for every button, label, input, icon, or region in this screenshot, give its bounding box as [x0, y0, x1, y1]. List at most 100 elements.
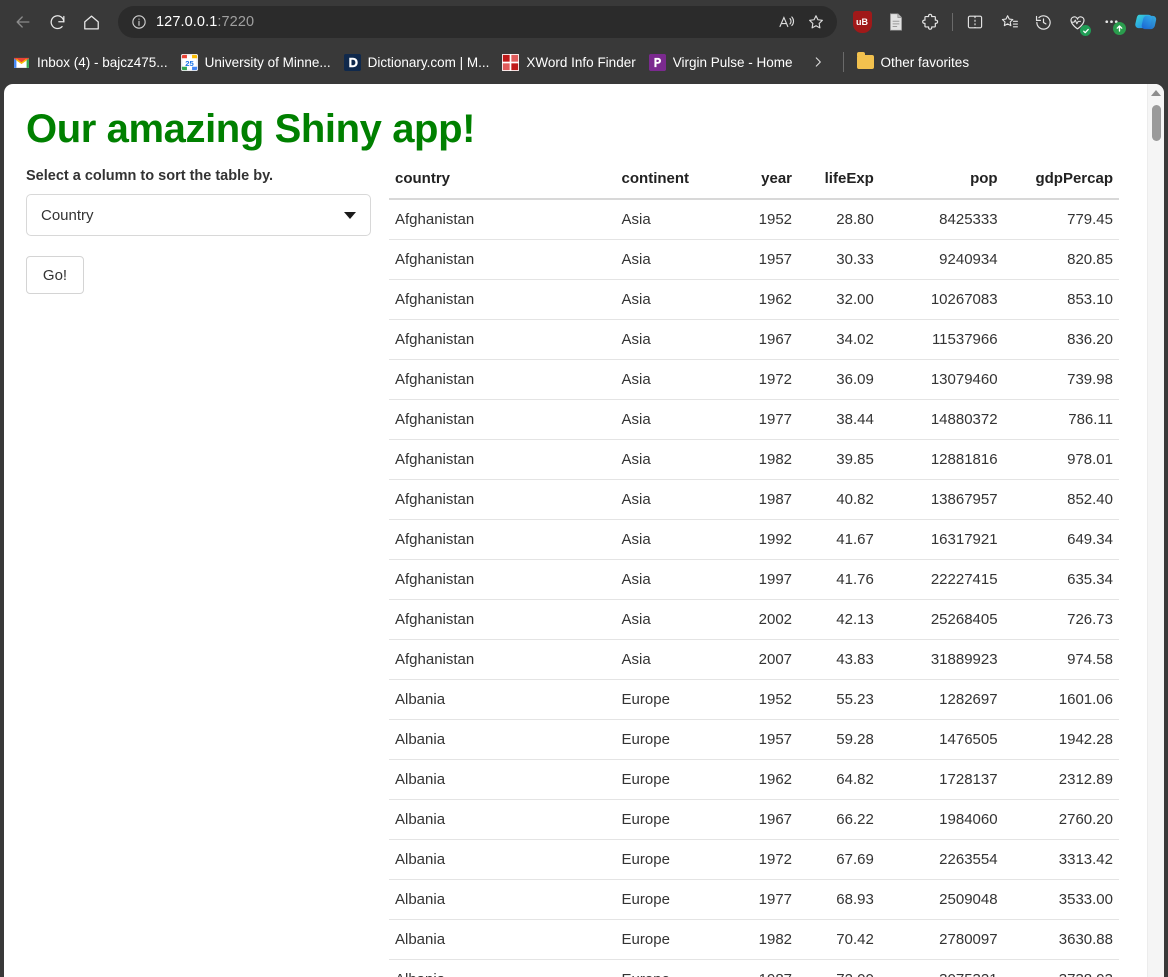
cell-lifeexp: 39.85 [798, 440, 880, 480]
cell-lifeexp: 42.13 [798, 600, 880, 640]
bookmark-inbox[interactable]: Inbox (4) - bajcz475... [8, 50, 176, 75]
column-header-pop[interactable]: pop [880, 166, 1004, 199]
column-header-gdppercap[interactable]: gdpPercap [1004, 166, 1119, 199]
cell-continent: Europe [616, 760, 733, 800]
scrollbar-thumb[interactable] [1152, 105, 1161, 141]
cell-pop: 12881816 [880, 440, 1004, 480]
scroll-up-arrow-icon[interactable] [1148, 84, 1165, 101]
cell-country: Albania [389, 720, 616, 760]
cell-gdppercap: 2760.20 [1004, 800, 1119, 840]
cell-pop: 16317921 [880, 520, 1004, 560]
browser-toolbar: 127.0.0.1:7220 uB [0, 0, 1168, 44]
cell-continent: Asia [616, 440, 733, 480]
collections-document-icon[interactable] [879, 5, 913, 39]
table-row: AfghanistanAsia198239.8512881816978.01 [389, 440, 1119, 480]
ublock-shield: uB [853, 11, 872, 33]
cell-year: 1962 [733, 280, 798, 320]
column-header-country[interactable]: country [389, 166, 616, 199]
cell-lifeexp: 34.02 [798, 320, 880, 360]
refresh-button[interactable] [40, 5, 74, 39]
home-button[interactable] [74, 5, 108, 39]
browser-essentials-heart-icon[interactable] [1060, 5, 1094, 39]
cell-year: 1957 [733, 720, 798, 760]
cell-lifeexp: 43.83 [798, 640, 880, 680]
table-row: AlbaniaEurope196766.2219840602760.20 [389, 800, 1119, 840]
cell-gdppercap: 853.10 [1004, 280, 1119, 320]
cell-pop: 8425333 [880, 199, 1004, 240]
cell-pop: 11537966 [880, 320, 1004, 360]
table-row: AfghanistanAsia195228.808425333779.45 [389, 199, 1119, 240]
back-button[interactable] [6, 5, 40, 39]
cell-country: Afghanistan [389, 480, 616, 520]
copilot-icon[interactable] [1128, 5, 1162, 39]
cell-country: Afghanistan [389, 280, 616, 320]
cell-pop: 14880372 [880, 400, 1004, 440]
cell-country: Afghanistan [389, 320, 616, 360]
settings-more-icon[interactable] [1094, 5, 1128, 39]
page-scrollbar[interactable] [1147, 84, 1164, 977]
cell-gdppercap: 3630.88 [1004, 920, 1119, 960]
cell-pop: 9240934 [880, 240, 1004, 280]
cell-pop: 1282697 [880, 680, 1004, 720]
gapminder-table: country continent year lifeExp pop gdpPe… [389, 166, 1119, 977]
split-screen-icon[interactable] [958, 5, 992, 39]
cell-lifeexp: 41.67 [798, 520, 880, 560]
column-header-lifeexp[interactable]: lifeExp [798, 166, 880, 199]
cell-lifeexp: 38.44 [798, 400, 880, 440]
cell-pop: 10267083 [880, 280, 1004, 320]
bookmark-virgin-pulse[interactable]: Virgin Pulse - Home [644, 50, 801, 75]
bookmark-xword[interactable]: XWord Info Finder [497, 50, 643, 75]
cell-continent: Asia [616, 640, 733, 680]
table-row: AlbaniaEurope198270.4227800973630.88 [389, 920, 1119, 960]
bookmarks-overflow-chevron-icon[interactable] [805, 49, 831, 75]
bookmark-label: Virgin Pulse - Home [673, 55, 793, 70]
cell-country: Albania [389, 800, 616, 840]
address-bar[interactable]: 127.0.0.1:7220 [118, 6, 837, 38]
cell-pop: 2509048 [880, 880, 1004, 920]
ublock-origin-icon[interactable]: uB [845, 5, 879, 39]
favorites-list-icon[interactable] [992, 5, 1026, 39]
bookmark-dictionary[interactable]: Dictionary.com | M... [339, 50, 498, 75]
svg-text:25: 25 [185, 59, 194, 68]
history-clock-icon[interactable] [1026, 5, 1060, 39]
url-port: :7220 [217, 14, 254, 30]
cell-lifeexp: 66.22 [798, 800, 880, 840]
table-header-row: country continent year lifeExp pop gdpPe… [389, 166, 1119, 199]
cell-lifeexp: 72.00 [798, 960, 880, 977]
cell-country: Albania [389, 920, 616, 960]
cell-lifeexp: 70.42 [798, 920, 880, 960]
read-aloud-icon[interactable] [771, 8, 801, 36]
bookmark-university[interactable]: 25 University of Minne... [176, 50, 339, 75]
column-header-continent[interactable]: continent [616, 166, 733, 199]
cell-year: 1957 [733, 240, 798, 280]
scrollbar-track[interactable] [1148, 101, 1165, 977]
cell-year: 1962 [733, 760, 798, 800]
cell-pop: 2263554 [880, 840, 1004, 880]
table-row: AlbaniaEurope195759.2814765051942.28 [389, 720, 1119, 760]
extensions-puzzle-icon[interactable] [913, 5, 947, 39]
table-row: AfghanistanAsia199241.6716317921649.34 [389, 520, 1119, 560]
chevron-down-icon [344, 212, 356, 219]
shiny-app-page: Our amazing Shiny app! Select a column t… [4, 84, 1147, 977]
sort-column-select[interactable]: Country [26, 194, 371, 236]
update-available-badge [1113, 22, 1126, 35]
dictionary-favicon [344, 54, 361, 71]
site-info-icon[interactable] [128, 11, 150, 33]
cell-continent: Europe [616, 920, 733, 960]
cell-year: 1992 [733, 520, 798, 560]
cell-year: 1977 [733, 400, 798, 440]
column-header-year[interactable]: year [733, 166, 798, 199]
url-text[interactable]: 127.0.0.1:7220 [156, 14, 771, 30]
go-button[interactable]: Go! [26, 256, 84, 294]
app-layout: Select a column to sort the table by. Co… [4, 166, 1147, 977]
add-favorite-star-icon[interactable] [801, 8, 831, 36]
browser-window: 127.0.0.1:7220 uB [0, 0, 1168, 977]
cell-continent: Asia [616, 600, 733, 640]
bookmark-other-favorites[interactable]: Other favorites [852, 51, 978, 74]
cell-pop: 3075321 [880, 960, 1004, 977]
folder-icon [857, 55, 874, 69]
cell-continent: Europe [616, 880, 733, 920]
cell-pop: 13079460 [880, 360, 1004, 400]
cell-country: Albania [389, 840, 616, 880]
sidebar-panel: Select a column to sort the table by. Co… [4, 166, 389, 294]
